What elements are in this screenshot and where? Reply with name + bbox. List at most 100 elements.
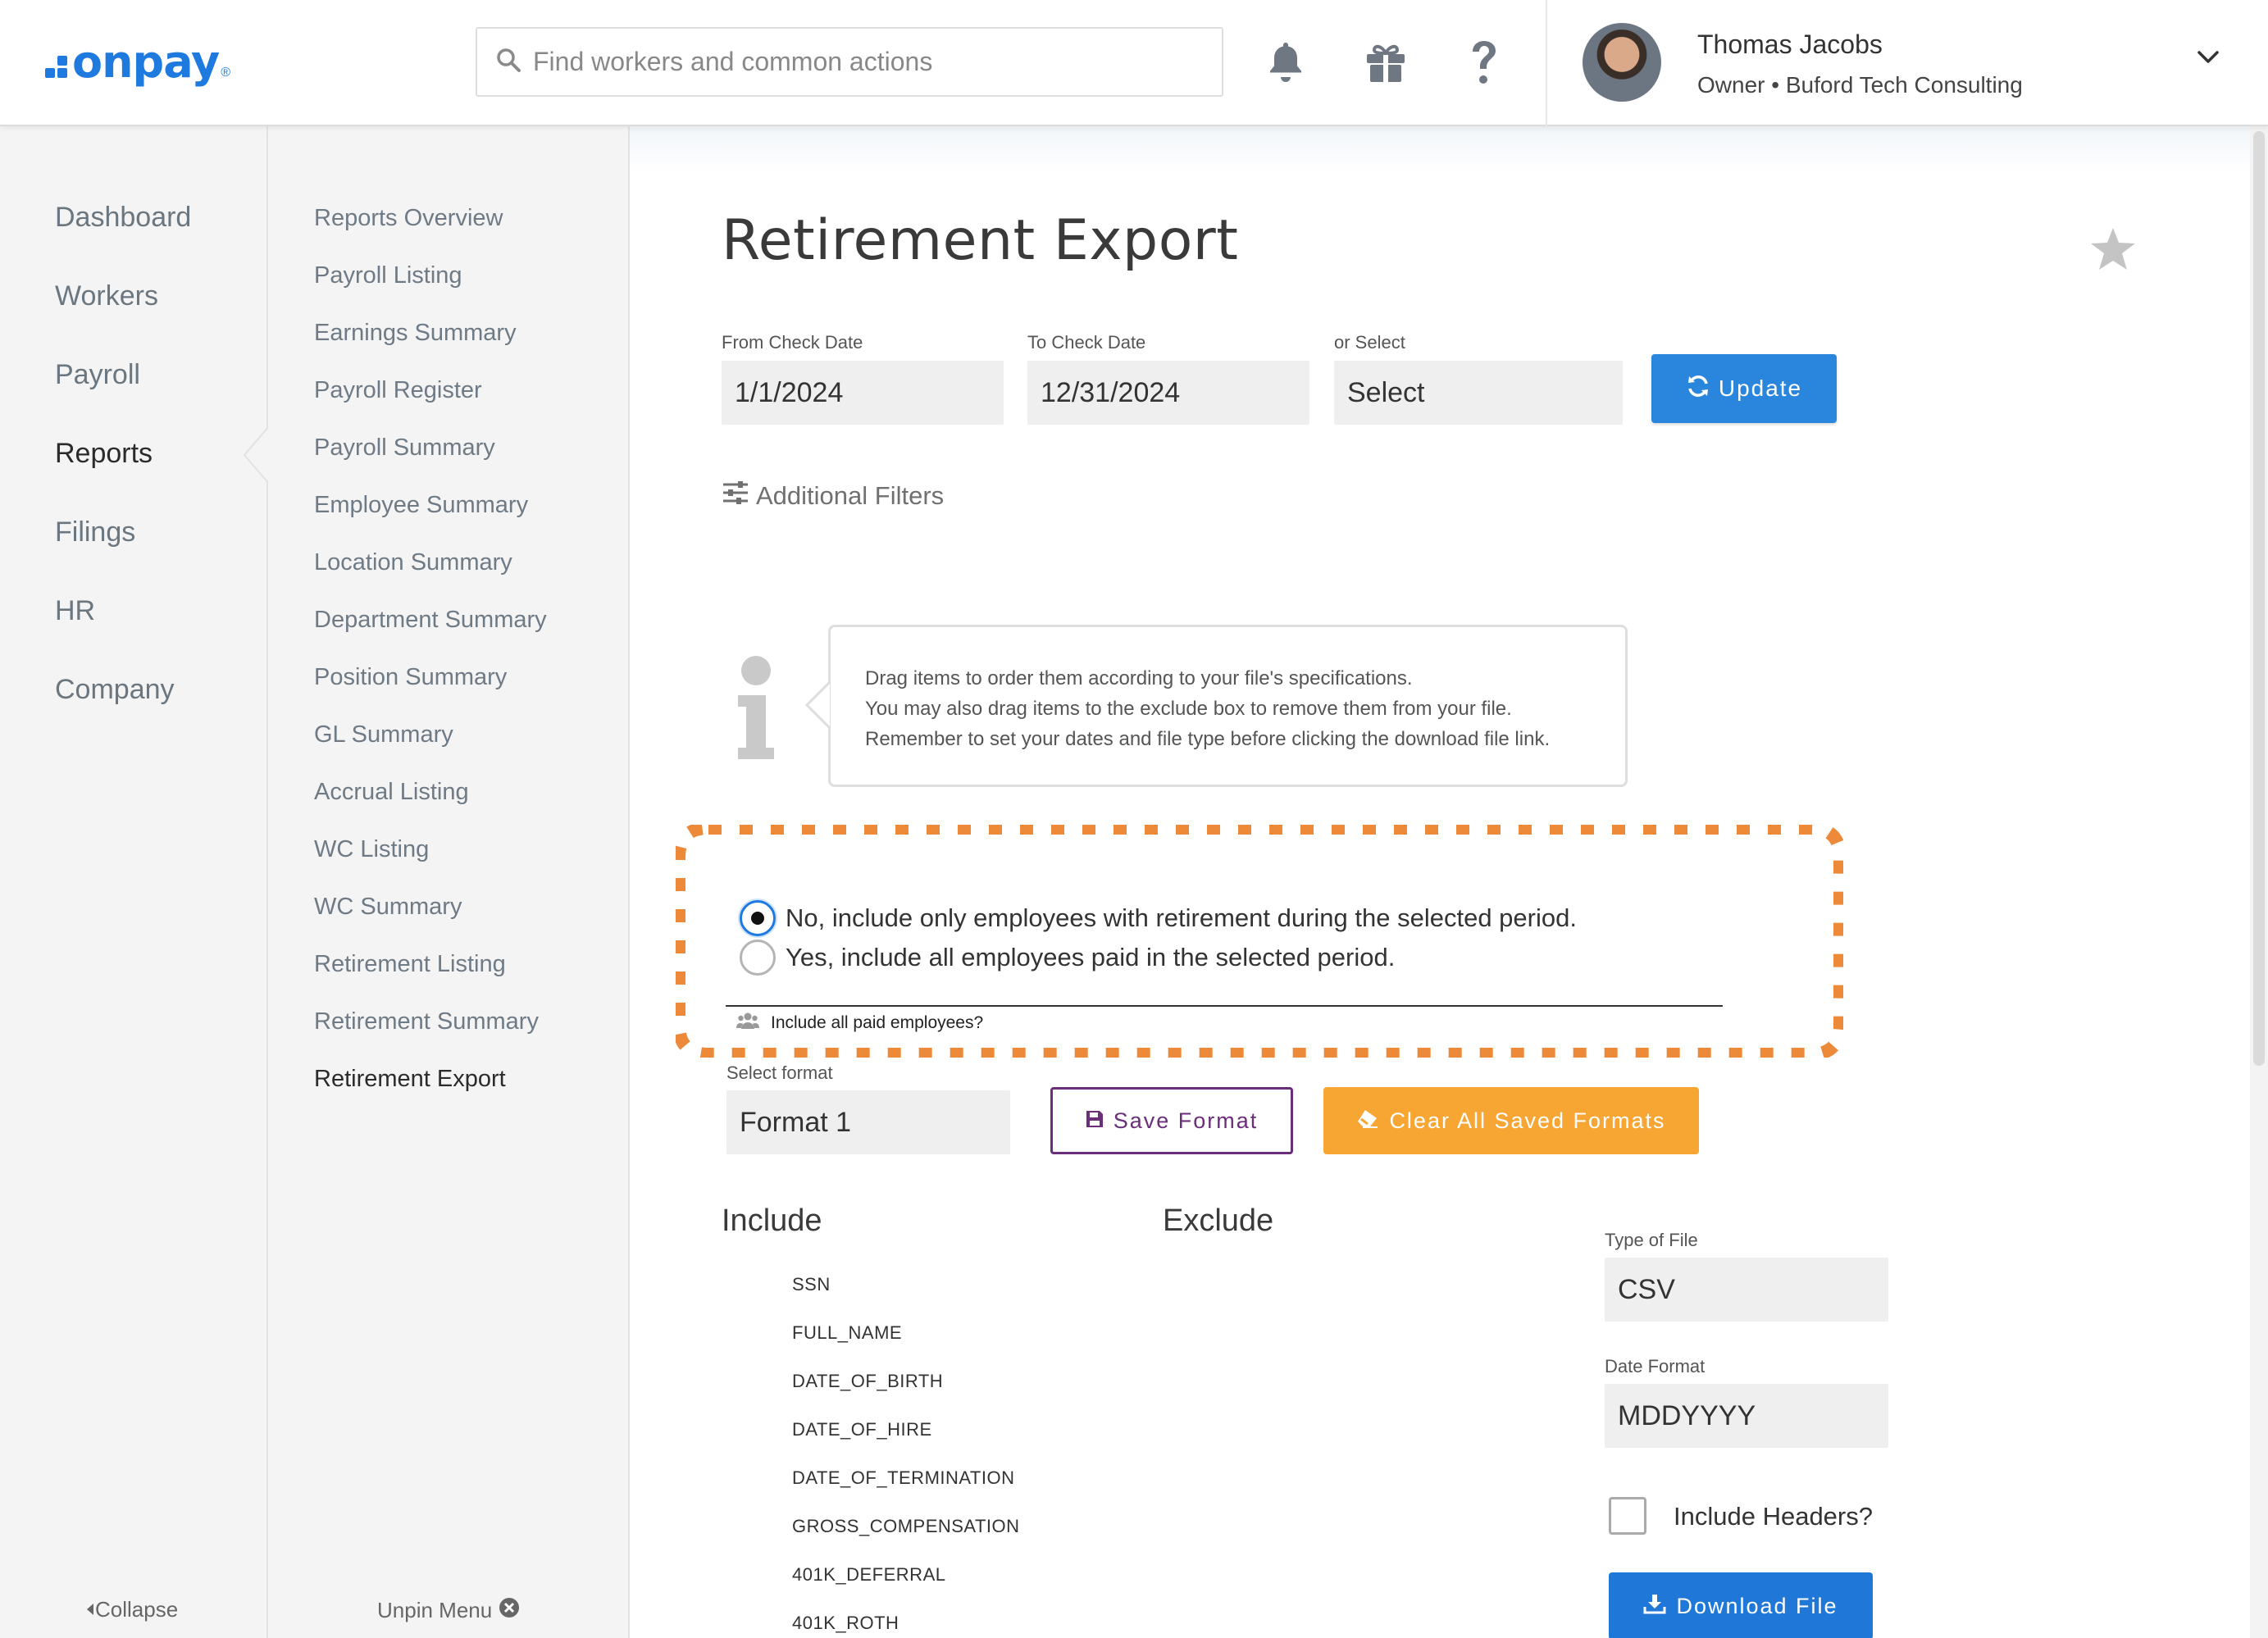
subnav-item[interactable]: Payroll Listing	[314, 262, 462, 289]
radio-yes[interactable]	[740, 940, 776, 976]
additional-filters-label: Additional Filters	[756, 481, 945, 510]
clear-formats-label: Clear All Saved Formats	[1389, 1108, 1666, 1133]
search-input[interactable]	[533, 47, 1189, 77]
subnav-item[interactable]: WC Listing	[314, 836, 429, 863]
collapse-label: Collapse	[95, 1597, 179, 1622]
scrollbar-thumb[interactable]	[2253, 131, 2265, 1066]
header-divider	[1546, 0, 1547, 126]
date-format-label: Date Format	[1605, 1356, 1706, 1376]
info-callout-notch	[805, 682, 830, 728]
logo-registered-mark: ®	[221, 66, 230, 80]
subnav-item[interactable]: GL Summary	[314, 721, 453, 748]
nav-item-reports[interactable]: Reports	[55, 438, 153, 470]
subnav-item[interactable]: Accrual Listing	[314, 779, 469, 806]
help-icon[interactable]	[1460, 38, 1509, 87]
exclude-heading: Exclude	[1163, 1203, 1274, 1238]
subnav-item[interactable]: Position Summary	[314, 664, 507, 691]
from-date-field[interactable]: 1/1/2024	[722, 361, 1004, 425]
radio-yes-label: Yes, include all employees paid in the s…	[786, 943, 1396, 971]
star-icon[interactable]	[2089, 226, 2137, 276]
gift-icon[interactable]	[1361, 38, 1410, 87]
subnav-item[interactable]: Payroll Summary	[314, 435, 495, 462]
additional-filters-toggle[interactable]: Additional Filters	[722, 480, 944, 512]
save-format-label: Save Format	[1113, 1108, 1259, 1133]
subnav-item[interactable]: Employee Summary	[314, 492, 528, 519]
unpin-menu-button[interactable]: Unpin Menu	[377, 1597, 520, 1624]
to-date-field[interactable]: 12/31/2024	[1027, 361, 1309, 425]
include-item[interactable]: DATE_OF_BIRTH	[792, 1371, 943, 1392]
unpin-label: Unpin Menu	[377, 1598, 493, 1622]
include-paid-label: Include all paid employees?	[771, 1013, 984, 1032]
subnav-item-active[interactable]: Retirement Export	[314, 1066, 506, 1093]
download-file-label: Download File	[1676, 1593, 1838, 1618]
update-label: Update	[1718, 375, 1803, 401]
collapse-button[interactable]: Collapse	[85, 1597, 178, 1622]
file-type-label: Type of File	[1605, 1230, 1698, 1250]
subnav-item[interactable]: Location Summary	[314, 549, 512, 576]
format-select[interactable]: Format 1	[726, 1090, 1010, 1154]
update-button[interactable]: Update	[1651, 354, 1837, 423]
subnav-item[interactable]: Retirement Listing	[314, 951, 506, 978]
info-icon	[735, 654, 777, 765]
bell-icon[interactable]	[1261, 38, 1310, 87]
include-item[interactable]: 401K_ROTH	[792, 1613, 899, 1634]
radio-group-underline	[726, 1005, 1723, 1007]
search-icon	[495, 47, 521, 77]
nav-item-hr[interactable]: HR	[55, 595, 95, 627]
refresh-icon	[1686, 374, 1710, 404]
chevron-down-icon[interactable]	[2196, 49, 2220, 70]
page-title: Retirement Export	[722, 208, 1239, 273]
include-item[interactable]: 401K_DEFERRAL	[792, 1564, 945, 1586]
radio-no[interactable]	[740, 900, 776, 936]
radio-option-no[interactable]: No, include only employees with retireme…	[740, 900, 1577, 936]
top-header: onpay ® Thomas Jacobs Owner • Buford Tec…	[0, 0, 2268, 126]
include-item[interactable]: GROSS_COMPENSATION	[792, 1516, 1020, 1537]
radio-option-yes[interactable]: Yes, include all employees paid in the s…	[740, 940, 1395, 976]
to-date-label: To Check Date	[1027, 332, 1146, 353]
period-select[interactable]: Select	[1334, 361, 1623, 425]
nav-item-company[interactable]: Company	[55, 674, 175, 706]
subnav-item[interactable]: Department Summary	[314, 607, 547, 634]
logo-text: onpay	[72, 35, 220, 88]
include-item[interactable]: DATE_OF_TERMINATION	[792, 1467, 1014, 1489]
include-headers-checkbox[interactable]	[1609, 1497, 1646, 1535]
subnav-item[interactable]: Payroll Register	[314, 377, 482, 404]
from-date-label: From Check Date	[722, 332, 863, 353]
onpay-logo[interactable]: onpay ®	[45, 33, 230, 90]
subnav-item[interactable]: WC Summary	[314, 894, 462, 921]
subnav-item[interactable]: Reports Overview	[314, 205, 503, 232]
info-message: Drag items to order them according to yo…	[828, 625, 1628, 787]
subnav-item[interactable]: Earnings Summary	[314, 320, 517, 347]
user-name: Thomas Jacobs	[1697, 30, 1883, 59]
info-line: Drag items to order them according to yo…	[865, 667, 1413, 689]
users-icon	[736, 1012, 759, 1035]
close-circle-icon	[499, 1597, 520, 1624]
download-icon	[1643, 1593, 1666, 1620]
file-type-select[interactable]: CSV	[1605, 1258, 1888, 1322]
include-headers-label: Include Headers?	[1674, 1502, 1873, 1531]
save-format-button[interactable]: Save Format	[1050, 1087, 1293, 1154]
include-heading: Include	[722, 1203, 822, 1238]
radio-no-label: No, include only employees with retireme…	[786, 903, 1577, 932]
download-file-button[interactable]: Download File	[1609, 1572, 1873, 1638]
include-item[interactable]: DATE_OF_HIRE	[792, 1419, 932, 1440]
eraser-icon	[1356, 1108, 1379, 1134]
include-item[interactable]: FULL_NAME	[792, 1322, 902, 1344]
nav-item-dashboard[interactable]: Dashboard	[55, 202, 191, 234]
date-format-select[interactable]: MDDYYYY	[1605, 1384, 1888, 1448]
nav-item-workers[interactable]: Workers	[55, 280, 158, 312]
period-select-label: or Select	[1334, 332, 1405, 353]
include-item[interactable]: SSN	[792, 1274, 831, 1295]
main-top-shade	[630, 126, 2250, 172]
nav-item-payroll[interactable]: Payroll	[55, 359, 140, 391]
search-box[interactable]	[476, 27, 1223, 97]
subnav-item[interactable]: Retirement Summary	[314, 1008, 539, 1035]
sliders-icon	[722, 480, 749, 512]
info-line: Remember to set your dates and file type…	[865, 728, 1551, 750]
nav-item-filings[interactable]: Filings	[55, 516, 135, 548]
avatar[interactable]	[1583, 23, 1661, 102]
info-line: You may also drag items to the exclude b…	[865, 698, 1512, 720]
reports-subnav: Reports Overview Payroll Listing Earning…	[268, 126, 630, 1638]
save-icon	[1086, 1108, 1104, 1134]
clear-formats-button[interactable]: Clear All Saved Formats	[1323, 1087, 1699, 1154]
